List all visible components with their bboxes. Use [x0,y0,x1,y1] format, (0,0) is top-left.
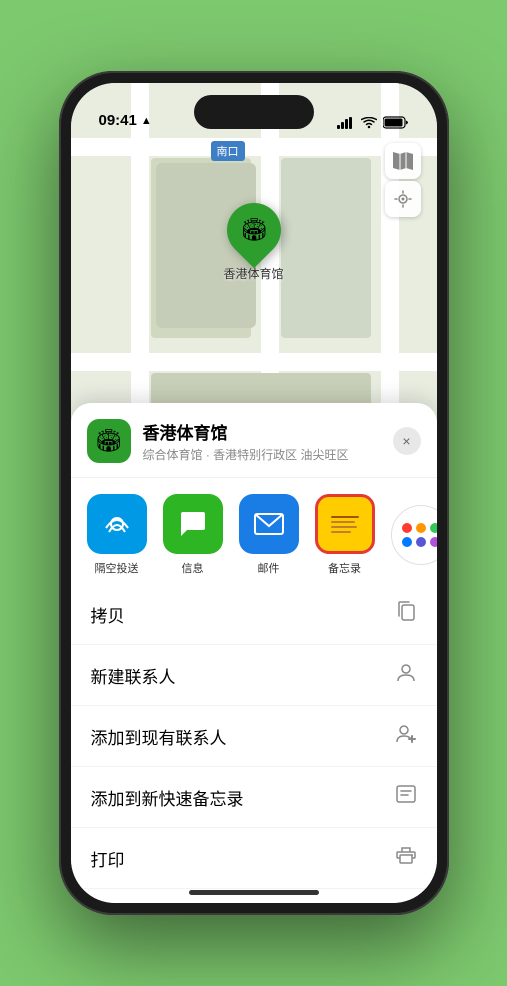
action-add-existing[interactable]: 添加到现有联系人 [71,706,437,767]
action-print[interactable]: 打印 [71,828,437,889]
signal-icon [337,117,355,129]
copy-icon [395,600,417,628]
map-controls [385,143,421,217]
action-add-existing-label: 添加到现有联系人 [91,724,227,749]
notes-icon [315,494,375,554]
location-venue-icon: 🏟 [87,419,131,463]
map-label: 南口 [211,141,245,161]
action-copy[interactable]: 拷贝 [71,584,437,645]
message-icon [163,494,223,554]
dot-orange [416,523,426,533]
bottom-sheet: 🏟 香港体育馆 综合体育馆 · 香港特别行政区 油尖旺区 × [71,403,437,903]
action-quick-note[interactable]: 添加到新快速备忘录 [71,767,437,828]
status-time: 09:41 [99,112,137,129]
share-notes[interactable]: 备忘录 [315,494,375,576]
airdrop-label: 隔空投送 [95,560,139,576]
notes-lines [327,510,363,539]
action-list: 拷贝 新建联系人 [71,584,437,889]
location-pin: 🏟 香港体育馆 [223,203,283,282]
location-name: 香港体育馆 [143,419,393,444]
wifi-icon [361,117,377,129]
action-new-contact-label: 新建联系人 [91,663,176,688]
action-quick-note-label: 添加到新快速备忘录 [91,785,244,810]
location-header: 🏟 香港体育馆 综合体育馆 · 香港特别行政区 油尖旺区 × [71,419,437,478]
more-share-options[interactable] [391,494,437,576]
pin-circle: 🏟 [215,192,291,268]
action-copy-label: 拷贝 [91,602,125,627]
map-type-button[interactable] [385,143,421,179]
new-contact-icon [395,661,417,689]
home-indicator [189,890,319,895]
notes-label: 备忘录 [328,560,361,576]
map-block [281,158,371,338]
phone-frame: 09:41 ▲ [59,71,449,915]
dot-purple [430,537,437,547]
dot-row-2 [402,537,437,547]
location-subtitle: 综合体育馆 · 香港特别行政区 油尖旺区 [143,446,393,463]
dynamic-island [194,95,314,129]
phone-screen: 09:41 ▲ [71,83,437,903]
status-icons [337,116,409,129]
add-contact-icon [395,722,417,750]
share-mail[interactable]: 邮件 [239,494,299,576]
action-new-contact[interactable]: 新建联系人 [71,645,437,706]
dot-green [430,523,437,533]
pin-emoji: 🏟 [240,217,268,243]
battery-icon [383,116,409,129]
dot-blue [402,537,412,547]
print-icon [395,844,417,872]
dot-red [402,523,412,533]
action-print-label: 打印 [91,846,125,871]
share-message[interactable]: 信息 [163,494,223,576]
mail-label: 邮件 [258,560,280,576]
airdrop-icon [87,494,147,554]
dot-indigo [416,537,426,547]
location-button[interactable] [385,181,421,217]
more-dots-circle [391,505,437,565]
mail-icon [239,494,299,554]
location-info: 香港体育馆 综合体育馆 · 香港特别行政区 油尖旺区 [143,419,393,463]
close-button[interactable]: × [393,427,421,455]
message-label: 信息 [182,560,204,576]
location-icon-status: ▲ [141,115,152,127]
dot-row-1 [402,523,437,533]
share-row: 隔空投送 信息 [71,478,437,584]
share-airdrop[interactable]: 隔空投送 [87,494,147,576]
quick-note-icon [395,783,417,811]
